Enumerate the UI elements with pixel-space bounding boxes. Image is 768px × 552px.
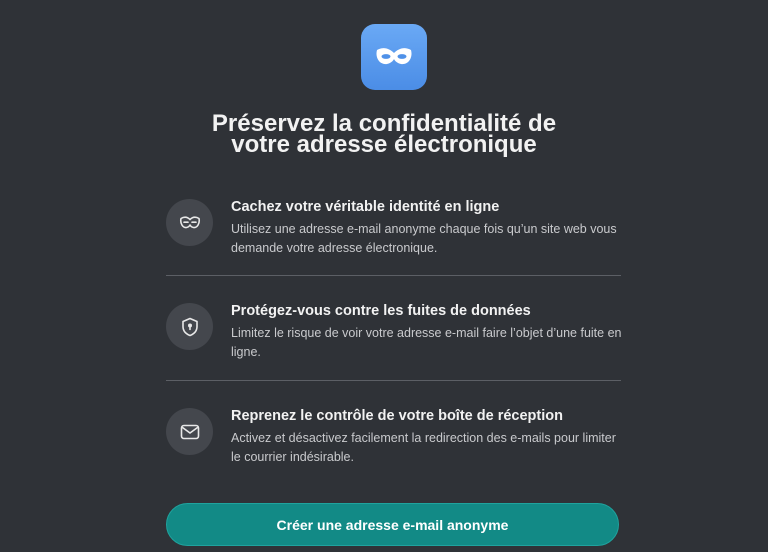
page-title: Préservez la confidentialité de votre ad… bbox=[0, 112, 768, 158]
create-anonymous-email-button[interactable]: Créer une adresse e-mail anonyme bbox=[166, 503, 619, 546]
app-mask-icon bbox=[361, 24, 427, 90]
mail-icon bbox=[166, 408, 213, 455]
shield-lock-icon bbox=[166, 303, 213, 350]
feature-heading: Cachez votre véritable identité en ligne bbox=[231, 199, 500, 215]
feature-heading: Protégez-vous contre les fuites de donné… bbox=[231, 303, 531, 319]
feature-heading: Reprenez le contrôle de votre boîte de r… bbox=[231, 408, 563, 424]
divider bbox=[166, 275, 621, 276]
feature-description: Utilisez une adresse e-mail anonyme chaq… bbox=[231, 222, 617, 255]
onboarding-page: Préservez la confidentialité de votre ad… bbox=[0, 0, 768, 552]
mask-icon bbox=[166, 199, 213, 246]
feature-description: Activez et désactivez facilement la redi… bbox=[231, 431, 616, 464]
feature-description: Limitez le risque de voir votre adresse … bbox=[231, 326, 622, 359]
divider bbox=[166, 380, 621, 381]
page-title-line-2: votre adresse électronique bbox=[231, 131, 537, 158]
